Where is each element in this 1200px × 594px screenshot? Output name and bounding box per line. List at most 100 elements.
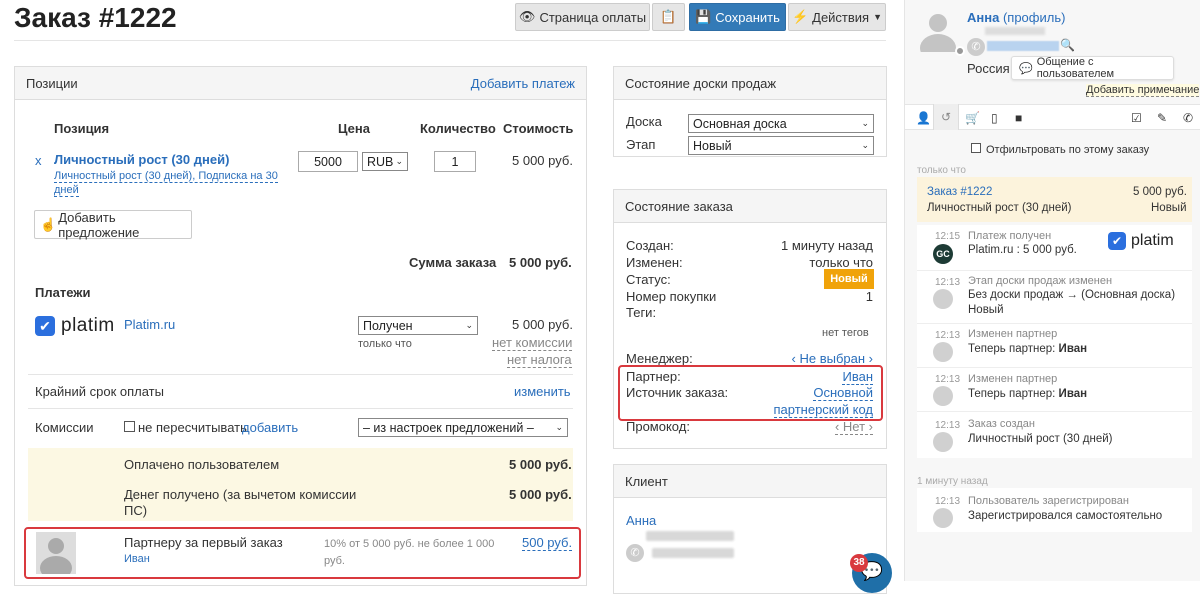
order-sum-value: 5 000 руб. xyxy=(509,255,572,270)
phone-tab-icon[interactable]: ✆ xyxy=(1183,111,1193,125)
add-payment-link[interactable]: Добавить платеж xyxy=(471,76,575,91)
payments-title: Платежи xyxy=(35,285,91,300)
blurred-phone xyxy=(652,548,734,558)
client-name-link[interactable]: Анна xyxy=(626,513,656,528)
event-time: 12:13 xyxy=(935,496,961,507)
received-label: Денег получено (за вычетом комиссии ПС) xyxy=(124,487,357,518)
price-input[interactable]: 5000 xyxy=(298,151,358,172)
mobile-tab-icon[interactable]: ▯ xyxy=(991,111,998,125)
col-cost-header: Стоимость xyxy=(503,121,574,136)
deadline-label: Крайний срок оплаты xyxy=(35,384,164,399)
phone-icon: ✆ xyxy=(626,544,644,562)
filter-checkbox[interactable] xyxy=(971,143,981,153)
add-offer-button[interactable]: ☝ Добавить предложение xyxy=(34,210,192,240)
actions-dropdown[interactable]: ⚡ Действия ▼ xyxy=(788,3,886,31)
add-commission-link[interactable]: добавить xyxy=(242,420,298,435)
no-recalc-checkbox[interactable] xyxy=(124,421,135,432)
paid-value: 5 000 руб. xyxy=(509,457,572,472)
save-button[interactable]: 💾 Сохранить xyxy=(689,3,786,31)
history-tab[interactable]: ↺ xyxy=(933,104,959,130)
highlight-box xyxy=(24,527,581,579)
commission-select[interactable]: – из настроек предложений – ⌄ xyxy=(358,418,568,437)
positions-header: Позиции Добавить платеж xyxy=(15,67,586,100)
order-card[interactable] xyxy=(917,177,1192,222)
client-panel: Клиент xyxy=(613,464,887,594)
purchase-number-value: 1 xyxy=(865,289,873,304)
remove-item-button[interactable]: x xyxy=(35,153,42,168)
bolt-icon: ⚡ xyxy=(791,9,809,24)
user-avatar-small xyxy=(933,342,953,362)
no-recalc-label: не пересчитывать xyxy=(138,420,247,435)
created-label: Создан: xyxy=(626,238,674,253)
no-commission-link[interactable]: нет комиссии xyxy=(492,335,573,351)
video-tab-icon[interactable]: ■ xyxy=(1015,111,1022,125)
group-label: только что xyxy=(917,165,966,176)
board-title: Состояние доски продаж xyxy=(614,67,886,100)
phone-icon: ✆ xyxy=(967,38,985,56)
user-tab-icon[interactable]: 👤 xyxy=(916,111,931,125)
event-body: Личностный рост (30 дней) xyxy=(968,433,1113,445)
search-icon[interactable]: 🔍 xyxy=(1060,38,1075,52)
pencil-tab-icon[interactable]: ✎ xyxy=(1157,111,1167,125)
stage-label: Этап xyxy=(626,137,656,152)
col-qty-header: Количество xyxy=(420,121,496,136)
cart-tab-icon[interactable]: 🛒 xyxy=(965,111,980,125)
chevron-down-icon: ⌄ xyxy=(861,140,869,150)
event-head: Изменен партнер xyxy=(968,373,1058,385)
copy-button[interactable]: 📋 xyxy=(652,3,685,31)
paid-row xyxy=(28,448,573,481)
currency-select[interactable]: RUB ⌄ xyxy=(362,152,408,171)
event-body2: Новый xyxy=(968,304,1004,316)
board-select[interactable]: Основная доска ⌄ xyxy=(688,114,874,133)
event-time: 12:13 xyxy=(935,277,961,288)
item-cost: 5 000 руб. xyxy=(512,153,573,168)
received-value: 5 000 руб. xyxy=(509,487,572,502)
stage-select[interactable]: Новый ⌄ xyxy=(688,136,874,155)
commissions-label: Комиссии xyxy=(35,420,94,435)
event-head: Этап доски продаж изменен xyxy=(968,275,1113,287)
user-country: Россия xyxy=(967,61,1010,76)
event-body: Теперь партнер: Иван xyxy=(968,388,1088,400)
created-value: 1 минуту назад xyxy=(781,238,873,253)
divider xyxy=(28,374,573,375)
tags-value: нет тегов xyxy=(822,327,869,339)
profile-link[interactable]: (профиль) xyxy=(1003,10,1065,25)
deadline-change-link[interactable]: изменить xyxy=(514,384,571,399)
hand-pointer-icon: ☝ xyxy=(40,216,57,232)
status-label: Статус: xyxy=(626,272,671,287)
no-tax-link[interactable]: нет налога xyxy=(507,352,572,368)
event-head: Заказ создан xyxy=(968,418,1035,430)
event-body: Без доски продаж → (Основная доска) xyxy=(968,289,1176,301)
promo-label: Промокод: xyxy=(626,419,690,434)
order-card-title[interactable]: Заказ #1222 xyxy=(927,186,992,198)
header-divider xyxy=(14,40,886,41)
payment-page-button[interactable]: 👁 Страница оплаты xyxy=(515,3,650,31)
order-card-status: Новый xyxy=(1151,202,1187,214)
payment-system-link[interactable]: Platim.ru xyxy=(124,317,175,332)
checkbox-tab-icon[interactable]: ☑ xyxy=(1131,111,1142,125)
divider xyxy=(28,408,573,409)
event-body: Зарегистрировался самостоятельно xyxy=(968,510,1163,522)
user-avatar-small xyxy=(933,386,953,406)
add-note-link[interactable]: Добавить примечание xyxy=(1086,84,1200,97)
page-title: Заказ #1222 xyxy=(14,2,177,33)
copy-icon: 📋 xyxy=(660,9,677,24)
event-time: 12:13 xyxy=(935,420,961,431)
event-body: Platim.ru : 5 000 руб. xyxy=(968,244,1077,256)
payment-amount: 5 000 руб. xyxy=(512,317,573,332)
user-name-link[interactable]: Анна xyxy=(967,10,999,25)
item-name-link[interactable]: Личностный рост (30 дней) xyxy=(54,152,229,167)
col-item-header: Позиция xyxy=(54,121,110,136)
sidebar-platim-logo: ✔ platim xyxy=(1108,232,1174,250)
chat-with-user-button[interactable]: 💬 Общение с пользователем xyxy=(1011,56,1174,80)
quantity-input[interactable]: 1 xyxy=(434,151,476,172)
promo-link[interactable]: ‹ Нет › xyxy=(834,419,873,435)
event-head: Пользователь зарегистрирован xyxy=(968,495,1129,507)
event-head: Изменен партнер xyxy=(968,328,1058,340)
order-card-amount: 5 000 руб. xyxy=(1133,186,1187,198)
purchase-number-label: Номер покупки xyxy=(626,289,717,304)
col-price-header: Цена xyxy=(338,121,370,136)
event-time: 12:13 xyxy=(935,330,961,341)
history-icon: ↺ xyxy=(940,110,952,124)
payment-status-select[interactable]: Получен ⌄ xyxy=(358,316,478,335)
